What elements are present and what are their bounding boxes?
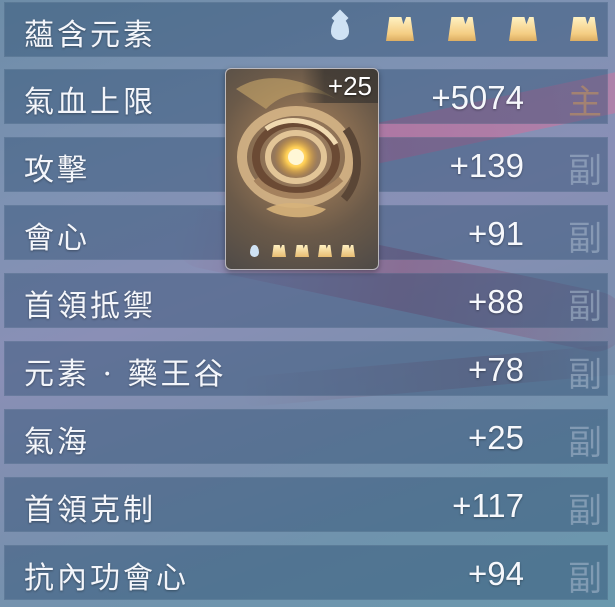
stat-label: 氣海 xyxy=(24,425,90,460)
stat-label: 會心 xyxy=(24,221,90,256)
stat-row: 元素 · 藥王谷 +78 副 xyxy=(4,341,608,396)
element-slot-icon xyxy=(318,245,332,257)
stat-type-tag: 主 xyxy=(568,83,602,123)
stat-label: 元素 · 藥王谷 xyxy=(24,357,227,392)
stat-value: +25 xyxy=(468,419,524,456)
stat-label: 氣血上限 xyxy=(24,85,156,120)
element-slot-icon xyxy=(448,17,476,41)
stat-type-tag: 副 xyxy=(568,491,602,531)
stat-row: 首領克制 +117 副 xyxy=(4,477,608,532)
stat-value: +88 xyxy=(468,283,524,320)
item-card[interactable]: +25 xyxy=(225,68,379,270)
stat-value: +94 xyxy=(468,555,524,592)
stat-type-tag: 副 xyxy=(568,151,602,191)
element-slot-icon xyxy=(386,17,414,41)
stat-value: +117 xyxy=(452,487,524,524)
stat-type-tag: 副 xyxy=(568,287,602,327)
stat-type-tag: 副 xyxy=(568,355,602,395)
enhance-level: +25 xyxy=(327,71,372,101)
stat-label: 首領克制 xyxy=(24,493,156,528)
stat-row: 首領抵禦 +88 副 xyxy=(4,273,608,328)
stat-label: 抗內功會心 xyxy=(24,561,189,596)
stat-type-tag: 副 xyxy=(568,559,602,599)
water-drop-icon xyxy=(250,245,259,257)
stat-row: 氣海 +25 副 xyxy=(4,409,608,464)
water-drop-icon xyxy=(331,18,349,40)
stat-type-tag: 副 xyxy=(568,423,602,463)
element-slot-icon xyxy=(570,17,598,41)
stat-value: +78 xyxy=(468,351,524,388)
stat-label: 首領抵禦 xyxy=(24,289,156,324)
stat-type-tag: 副 xyxy=(568,219,602,259)
element-slot-icon xyxy=(341,245,355,257)
element-slot-icon xyxy=(295,245,309,257)
element-row: 蘊含元素 xyxy=(4,2,608,57)
stat-value: +91 xyxy=(468,215,524,252)
stat-value: +139 xyxy=(449,147,524,184)
stat-row: 抗內功會心 +94 副 xyxy=(4,545,608,600)
element-slot-icon xyxy=(509,17,537,41)
element-slot-icon xyxy=(272,245,286,257)
stat-value: +5074 xyxy=(431,79,524,116)
element-label: 蘊含元素 xyxy=(24,18,156,53)
stat-label: 攻擊 xyxy=(24,153,90,188)
